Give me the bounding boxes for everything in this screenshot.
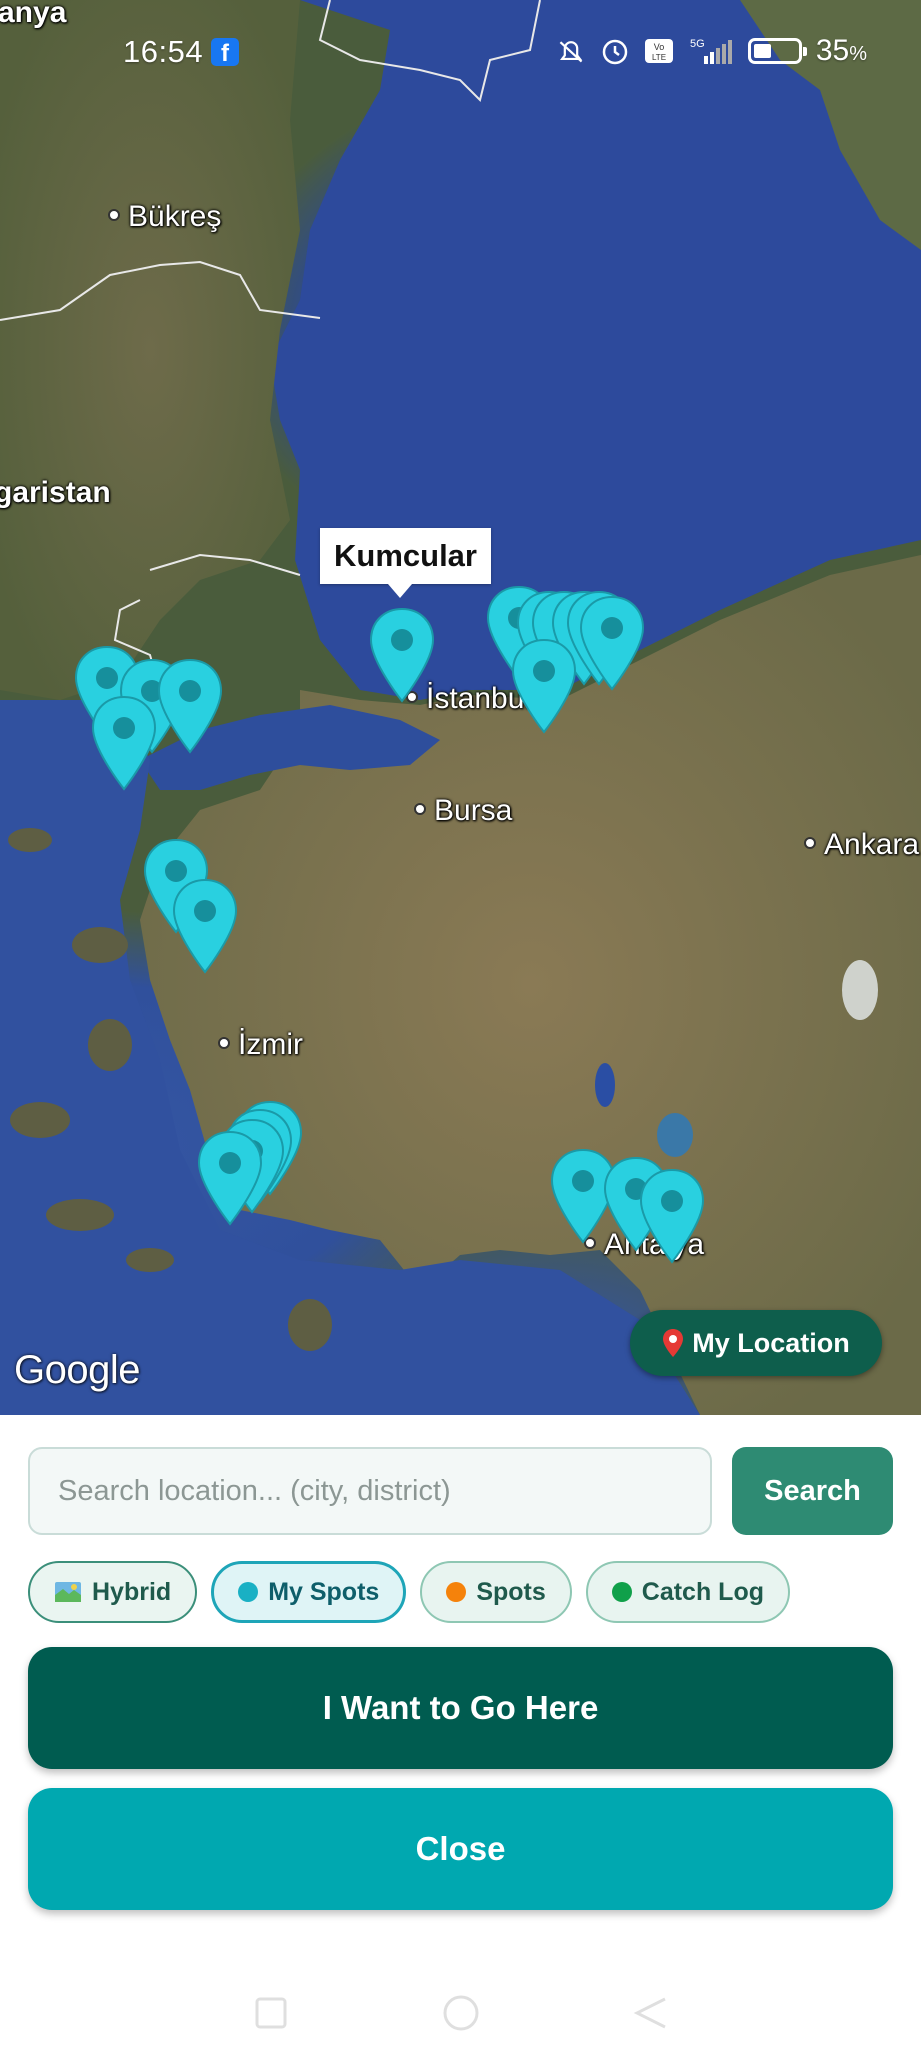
- map-pin-icon: [579, 595, 645, 691]
- system-nav-bar: [0, 1978, 921, 2048]
- search-input[interactable]: [28, 1447, 712, 1535]
- filter-hybrid-label: Hybrid: [92, 1577, 172, 1606]
- map-label-romania: anya: [0, 0, 67, 29]
- back-icon[interactable]: [631, 1993, 671, 2033]
- map-pin-icon: [172, 878, 238, 974]
- filter-catch-log-label: Catch Log: [641, 1577, 764, 1606]
- map-pin-icon: [157, 658, 223, 754]
- status-bar: 16:54 f Vo LTE 5G 35%: [0, 0, 921, 100]
- status-time: 16:54: [123, 34, 204, 69]
- catch-log-dot: [611, 1582, 632, 1602]
- spot-pin[interactable]: [156, 658, 224, 754]
- mute-icon: [556, 36, 586, 66]
- close-button[interactable]: Close: [28, 1788, 893, 1910]
- map-view[interactable]: 16:54 f Vo LTE 5G 35% anya Bükreş garista…: [0, 0, 921, 1415]
- filter-my-spots[interactable]: My Spots: [211, 1561, 407, 1623]
- spot-pin[interactable]: [171, 878, 239, 974]
- location-pin-icon: [663, 1329, 684, 1357]
- map-pin-icon: [511, 638, 577, 734]
- spot-pin[interactable]: [368, 607, 436, 703]
- filter-chips: Hybrid My Spots Spots Catch Log: [28, 1561, 790, 1623]
- spots-dot: [446, 1582, 467, 1602]
- signal-icon: 5G: [688, 36, 734, 66]
- volte-icon: Vo LTE: [644, 36, 674, 66]
- map-pin-icon: [369, 607, 435, 703]
- filter-catch-log[interactable]: Catch Log: [585, 1561, 790, 1623]
- map-pin-icon: [91, 695, 157, 791]
- go-here-button[interactable]: I Want to Go Here: [28, 1647, 893, 1769]
- svg-text:Vo: Vo: [654, 42, 665, 52]
- my-location-label: My Location: [692, 1327, 850, 1358]
- map-label-izmir: İzmir: [218, 1028, 303, 1062]
- map-pin-icon: [639, 1168, 705, 1264]
- bottom-panel: Search Hybrid My Spots Spots Catch Log I…: [0, 1415, 921, 2048]
- battery-icon: [747, 38, 807, 64]
- filter-hybrid[interactable]: Hybrid: [28, 1561, 198, 1623]
- alarm-icon: [600, 36, 630, 66]
- spot-pin[interactable]: [90, 695, 158, 791]
- map-label-bulgaria: garistan: [0, 476, 111, 509]
- map-label-bucharest: Bükreş: [108, 200, 221, 234]
- filter-spots-label: Spots: [476, 1577, 546, 1606]
- spot-pin[interactable]: [510, 638, 578, 734]
- svg-text:LTE: LTE: [652, 53, 666, 62]
- svg-text:5G: 5G: [690, 38, 705, 50]
- map-label-ankara: Ankara: [804, 828, 919, 862]
- map-pin-icon: [197, 1130, 263, 1226]
- google-logo: Google: [14, 1348, 140, 1392]
- home-icon[interactable]: [441, 1993, 481, 2033]
- spot-pin[interactable]: [196, 1130, 264, 1226]
- map-icon: [55, 1582, 81, 1602]
- spot-pin[interactable]: [638, 1168, 706, 1264]
- facebook-icon: f: [211, 38, 239, 67]
- my-location-button[interactable]: My Location: [630, 1310, 882, 1376]
- map-label-bursa: Bursa: [414, 794, 512, 828]
- search-button[interactable]: Search: [732, 1447, 893, 1535]
- filter-spots[interactable]: Spots: [420, 1561, 572, 1623]
- spot-pin[interactable]: [578, 595, 646, 691]
- filter-my-spots-label: My Spots: [268, 1577, 380, 1606]
- my-spots-dot: [238, 1582, 259, 1602]
- recents-icon[interactable]: [251, 1993, 291, 2033]
- marker-tooltip[interactable]: Kumcular: [320, 528, 491, 598]
- battery-percent: 35%: [815, 34, 867, 67]
- status-icons: Vo LTE 5G 35%: [556, 34, 867, 68]
